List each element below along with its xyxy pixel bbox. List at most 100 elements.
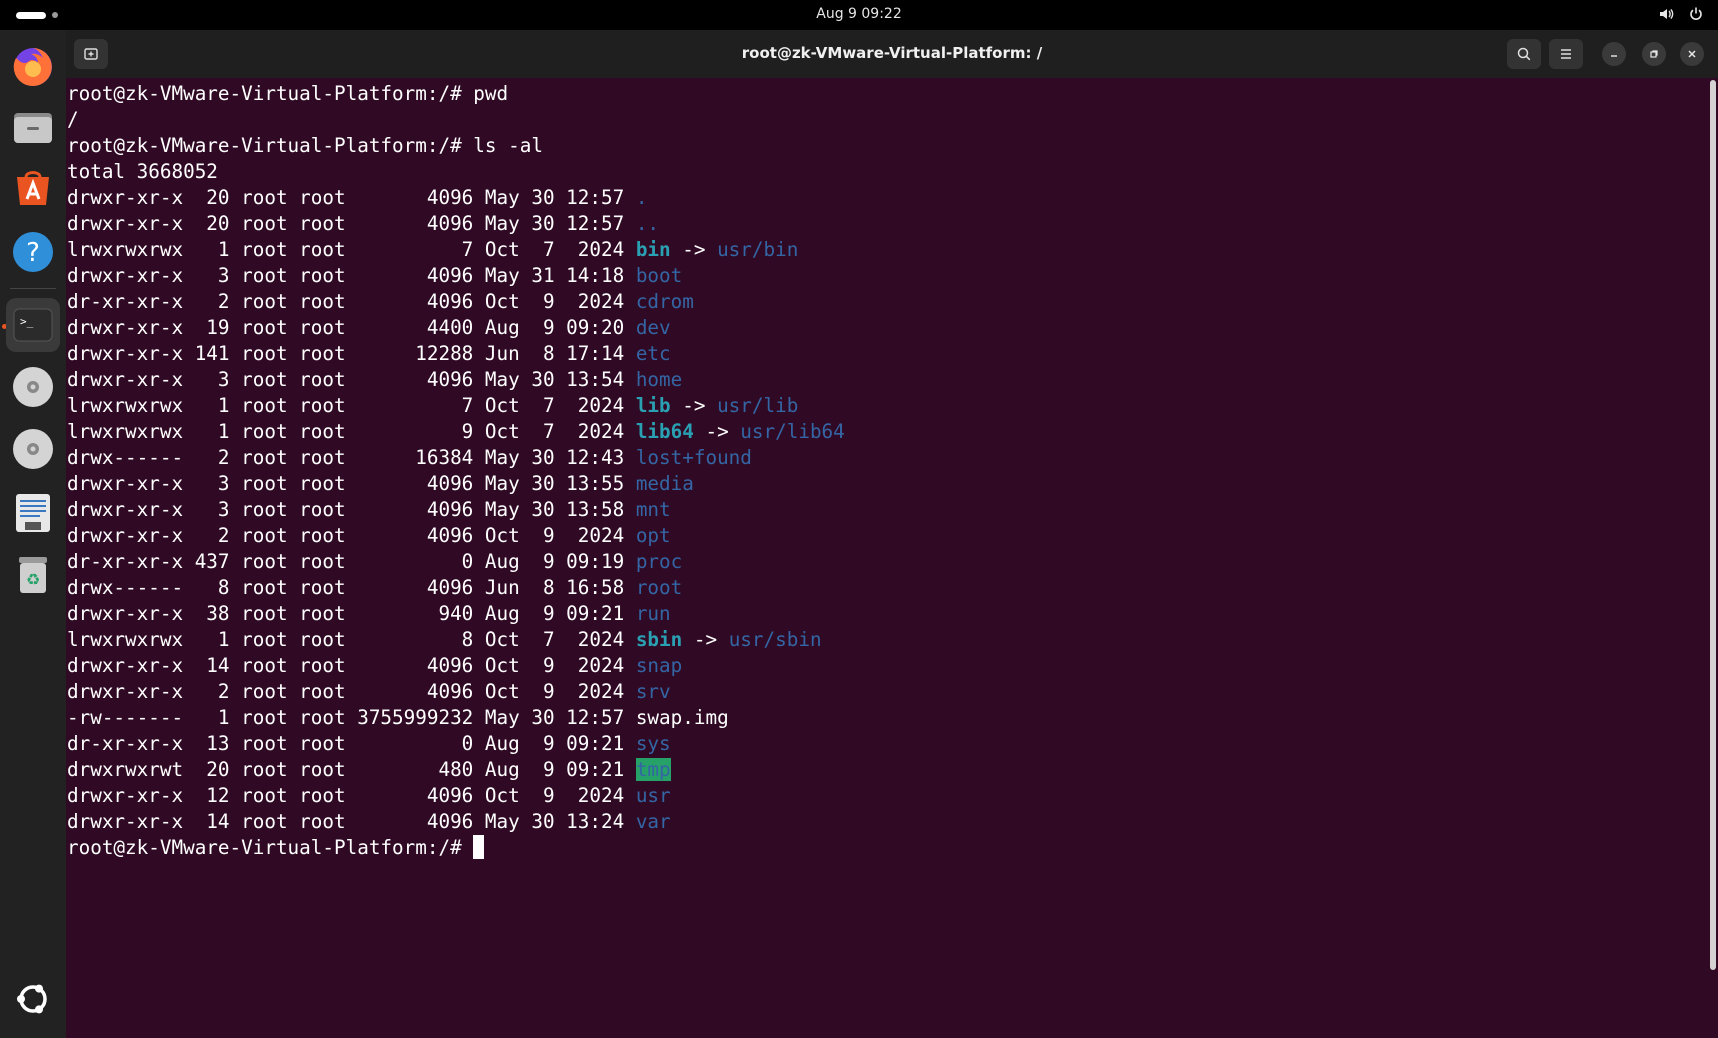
disc-icon	[13, 367, 53, 407]
listing-row: lrwxrwxrwx 1 root root 7 Oct 7 2024 bin …	[67, 238, 798, 261]
dock: ? >_ ♻	[0, 30, 66, 1038]
listing-entry-name: tmp	[635, 758, 671, 781]
listing-meta: dr-xr-xr-x 13 root root 0 Aug 9 09:21	[67, 732, 636, 755]
link-target: usr/sbin	[728, 628, 822, 651]
disc-icon	[13, 429, 53, 469]
dock-item-help[interactable]: ?	[6, 225, 60, 279]
terminal-icon: >_	[13, 308, 53, 342]
listing-meta: drwxr-xr-x 3 root root 4096 May 30 13:54	[67, 368, 636, 391]
listing-entry-name: run	[635, 602, 671, 625]
prompt: root@zk-VMware-Virtual-Platform:/#	[67, 134, 474, 157]
listing-entry-name: cdrom	[635, 290, 694, 313]
dock-item-terminal[interactable]: >_	[6, 298, 60, 352]
clock[interactable]: Aug 9 09:22	[0, 6, 1718, 22]
listing-row: drwxr-xr-x 14 root root 4096 May 30 13:2…	[67, 810, 671, 833]
listing-meta: drwxrwxrwt 20 root root 480 Aug 9 09:21	[67, 758, 636, 781]
dock-item-show-apps[interactable]	[6, 972, 60, 1026]
listing-row: drwxr-xr-x 2 root root 4096 Oct 9 2024 o…	[67, 524, 671, 547]
listing-row: drwxr-xr-x 3 root root 4096 May 30 13:55…	[67, 472, 694, 495]
listing-meta: drwx------ 8 root root 4096 Jun 8 16:58	[67, 576, 636, 599]
maximize-button[interactable]	[1642, 42, 1666, 66]
listing-entry-name: srv	[635, 680, 671, 703]
dock-item-app-center[interactable]	[6, 160, 60, 214]
header-bar[interactable]: root@zk-VMware-Virtual-Platform: /	[66, 30, 1718, 78]
listing-meta: drwxr-xr-x 20 root root 4096 May 30 12:5…	[67, 212, 636, 235]
trash-icon: ♻	[19, 557, 47, 593]
listing-meta: drwxr-xr-x 14 root root 4096 May 30 13:2…	[67, 810, 636, 833]
document-icon	[16, 494, 50, 532]
svg-text:>_: >_	[20, 315, 34, 328]
listing-entry-name: etc	[635, 342, 671, 365]
svg-text:?: ?	[26, 238, 40, 268]
listing-meta: lrwxrwxrwx 1 root root 8 Oct 7 2024	[67, 628, 636, 651]
link-target: usr/lib64	[740, 420, 845, 443]
listing-entry-name: proc	[635, 550, 683, 573]
link-target: usr/bin	[717, 238, 799, 261]
listing-entry-name: dev	[635, 316, 671, 339]
listing-row: drwxr-xr-x 38 root root 940 Aug 9 09:21 …	[67, 602, 671, 625]
listing-meta: drwxr-xr-x 19 root root 4400 Aug 9 09:20	[67, 316, 636, 339]
listing-row: drwxr-xr-x 12 root root 4096 Oct 9 2024 …	[67, 784, 671, 807]
listing-row: drwxr-xr-x 2 root root 4096 Oct 9 2024 s…	[67, 680, 671, 703]
listing-entry-name: home	[635, 368, 683, 391]
listing-row: drwxr-xr-x 3 root root 4096 May 30 13:58…	[67, 498, 671, 521]
folder-icon	[14, 113, 52, 143]
top-bar: Aug 9 09:22	[0, 0, 1718, 30]
listing-meta: drwxr-xr-x 2 root root 4096 Oct 9 2024	[67, 524, 636, 547]
listing-row: drwxrwxrwt 20 root root 480 Aug 9 09:21 …	[67, 758, 671, 781]
help-icon: ?	[13, 232, 53, 272]
dock-item-disc-1[interactable]	[6, 360, 60, 414]
listing-entry-name: lib64	[635, 420, 694, 443]
search-icon	[1517, 47, 1531, 61]
dock-item-firefox[interactable]	[6, 40, 60, 94]
listing-entry-name: media	[635, 472, 694, 495]
listing-row: dr-xr-xr-x 437 root root 0 Aug 9 09:19 p…	[67, 550, 682, 573]
app-store-icon	[17, 171, 49, 205]
listing-entry-name: lost+found	[635, 446, 752, 469]
dock-item-files[interactable]	[6, 100, 60, 154]
restore-icon	[1650, 50, 1658, 58]
dock-item-disc-2[interactable]	[6, 422, 60, 476]
link-arrow: ->	[682, 628, 729, 651]
listing-entry-name: swap.img	[635, 706, 729, 729]
ls-listing: drwxr-xr-x 20 root root 4096 May 30 12:5…	[67, 186, 845, 833]
dock-item-text-editor[interactable]	[6, 486, 60, 540]
command-1: pwd	[473, 82, 509, 105]
output-1: /	[67, 108, 79, 131]
search-button[interactable]	[1507, 39, 1541, 69]
system-tray[interactable]	[1658, 6, 1704, 26]
link-target: usr/lib	[717, 394, 799, 417]
listing-meta: lrwxrwxrwx 1 root root 9 Oct 7 2024	[67, 420, 636, 443]
listing-meta: drwxr-xr-x 141 root root 12288 Jun 8 17:…	[67, 342, 636, 365]
listing-row: drwx------ 2 root root 16384 May 30 12:4…	[67, 446, 752, 469]
listing-row: lrwxrwxrwx 1 root root 8 Oct 7 2024 sbin…	[67, 628, 822, 651]
listing-row: lrwxrwxrwx 1 root root 7 Oct 7 2024 lib …	[67, 394, 798, 417]
listing-meta: drwxr-xr-x 38 root root 940 Aug 9 09:21	[67, 602, 636, 625]
listing-entry-name: lib	[635, 394, 671, 417]
scrollbar[interactable]	[1710, 80, 1716, 970]
text-cursor	[473, 835, 485, 859]
power-icon[interactable]	[1688, 6, 1704, 26]
listing-entry-name: var	[635, 810, 671, 833]
listing-row: dr-xr-xr-x 2 root root 4096 Oct 9 2024 c…	[67, 290, 694, 313]
listing-entry-name: opt	[635, 524, 671, 547]
listing-entry-name: ..	[635, 212, 660, 235]
link-arrow: ->	[693, 420, 741, 443]
minimize-button[interactable]	[1602, 42, 1626, 66]
close-button[interactable]	[1680, 42, 1704, 66]
listing-entry-name: snap	[635, 654, 683, 677]
terminal-output[interactable]: root@zk-VMware-Virtual-Platform:/# pwd /…	[66, 78, 1706, 1038]
listing-row: drwxr-xr-x 20 root root 4096 May 30 12:5…	[67, 212, 659, 235]
menu-button[interactable]	[1549, 39, 1583, 69]
listing-entry-name: usr	[635, 784, 671, 807]
dock-item-trash[interactable]: ♻	[6, 548, 60, 602]
listing-meta: drwxr-xr-x 2 root root 4096 Oct 9 2024	[67, 680, 636, 703]
listing-meta: drwxr-xr-x 3 root root 4096 May 30 13:55	[67, 472, 636, 495]
listing-entry-name: sbin	[635, 628, 683, 651]
listing-row: drwxr-xr-x 19 root root 4400 Aug 9 09:20…	[67, 316, 671, 339]
listing-row: dr-xr-xr-x 13 root root 0 Aug 9 09:21 sy…	[67, 732, 671, 755]
volume-icon[interactable]	[1658, 6, 1674, 26]
listing-meta: dr-xr-xr-x 437 root root 0 Aug 9 09:19	[67, 550, 636, 573]
listing-row: drwxr-xr-x 20 root root 4096 May 30 12:5…	[67, 186, 647, 209]
listing-meta: lrwxrwxrwx 1 root root 7 Oct 7 2024	[67, 394, 636, 417]
